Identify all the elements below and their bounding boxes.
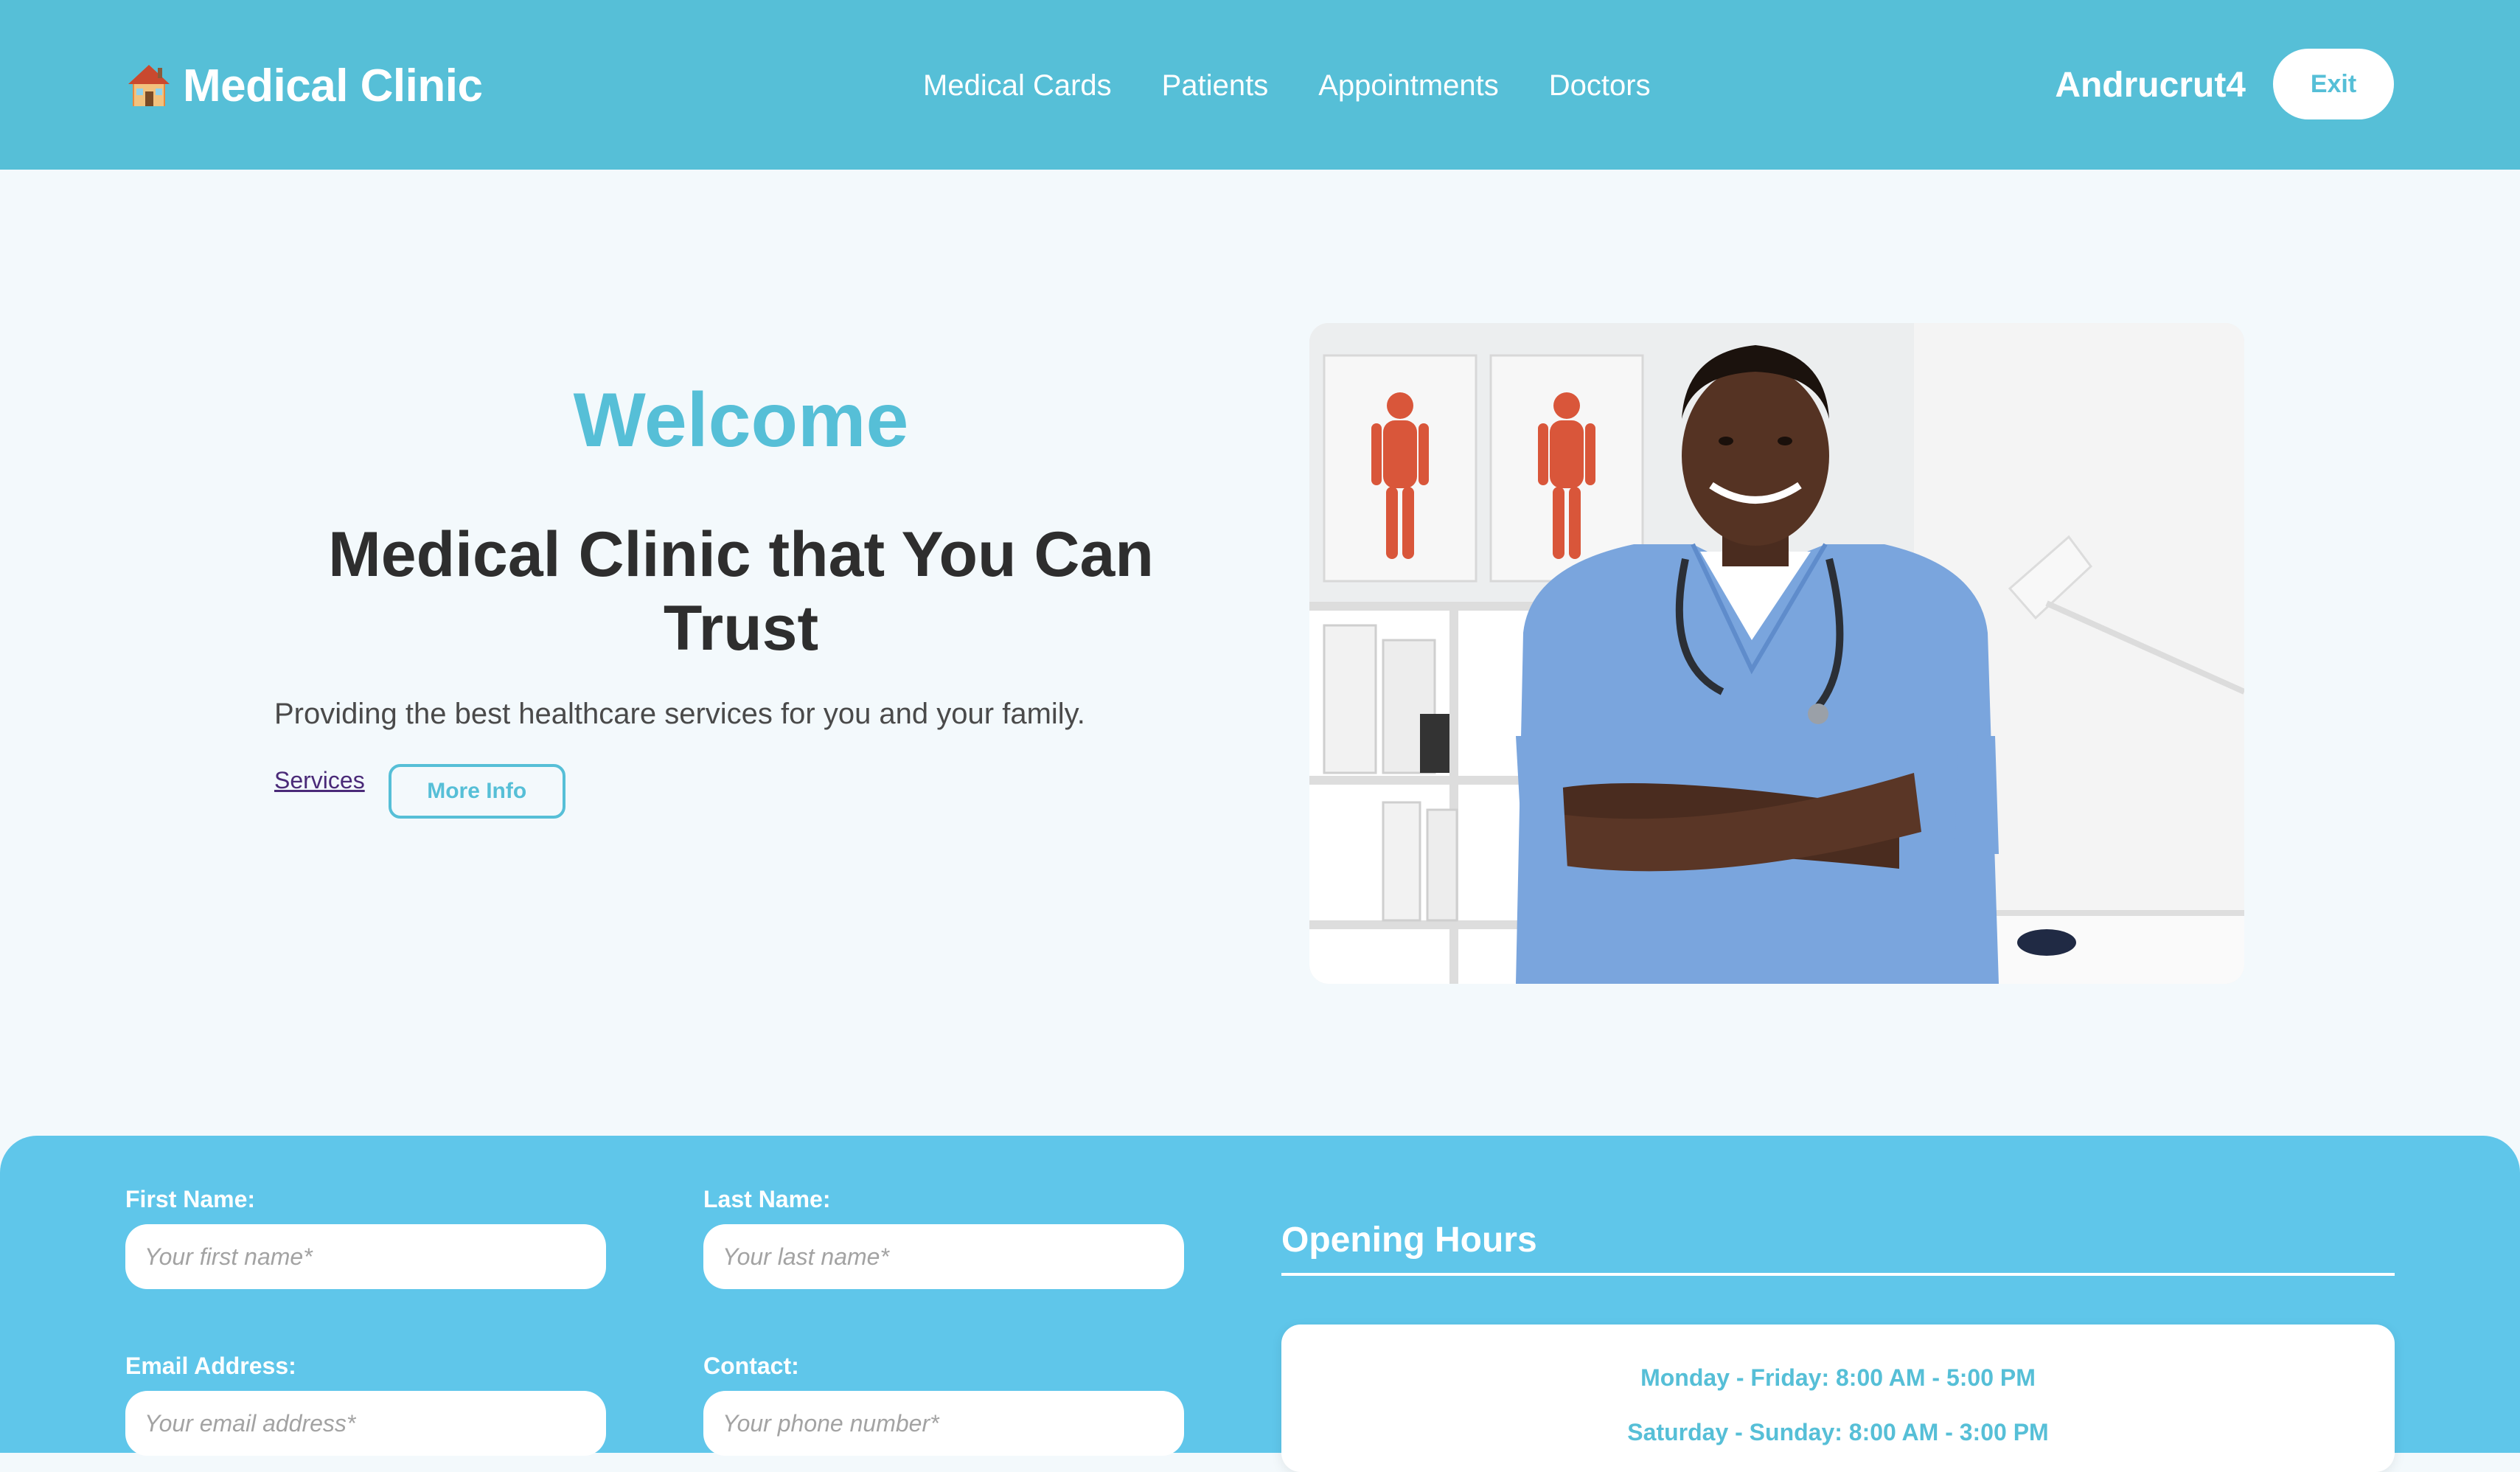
hero-headline: Medical Clinic that You Can Trust [328, 519, 1154, 664]
hero-tagline: Providing the best healthcare services f… [274, 698, 1085, 730]
nav-appointments[interactable]: Appointments [1318, 69, 1499, 103]
weekend-hours: Saturday - Sunday: 8:00 AM - 3:00 PM [1627, 1419, 2049, 1445]
opening-hours-card: Monday - Friday: 8:00 AM - 5:00 PM Satur… [1281, 1325, 2395, 1472]
hero-section: Welcome Medical Clinic that You Can Trus… [274, 369, 1208, 819]
weekday-hours: Monday - Friday: 8:00 AM - 5:00 PM [1640, 1364, 2036, 1391]
opening-hours-title: Opening Hours [1281, 1221, 1537, 1260]
first-name-label: First Name: [125, 1186, 256, 1212]
contact-label: Contact: [703, 1353, 799, 1379]
email-input[interactable] [125, 1391, 606, 1456]
nav-patients[interactable]: Patients [1162, 69, 1269, 103]
doctor-illustration [1309, 323, 2244, 984]
doctor-photo [1309, 323, 2244, 984]
main-nav: Medical Cards Patients Appointments Doct… [923, 63, 1651, 108]
more-info-button[interactable]: More Info [388, 764, 565, 819]
brand-logo[interactable]: Medical Clinic [125, 58, 483, 114]
nav-medical-cards[interactable]: Medical Cards [923, 69, 1112, 103]
welcome-heading: Welcome [573, 378, 909, 463]
contact-input[interactable] [703, 1391, 1184, 1456]
house-icon [128, 65, 170, 106]
nav-doctors[interactable]: Doctors [1549, 69, 1651, 103]
last-name-input[interactable] [703, 1224, 1184, 1289]
first-name-input[interactable] [125, 1224, 606, 1289]
opening-hours-divider [1281, 1273, 2395, 1276]
email-label: Email Address: [125, 1353, 296, 1379]
hero-actions: Services More Info [274, 764, 1208, 819]
last-name-label: Last Name: [703, 1186, 831, 1212]
username: Andrucrut4 [2055, 66, 2246, 105]
brand-name: Medical Clinic [183, 60, 483, 111]
top-navbar: Medical Clinic Medical Cards Patients Ap… [0, 0, 2520, 170]
exit-button[interactable]: Exit [2273, 49, 2394, 119]
services-link[interactable]: Services [274, 767, 365, 794]
